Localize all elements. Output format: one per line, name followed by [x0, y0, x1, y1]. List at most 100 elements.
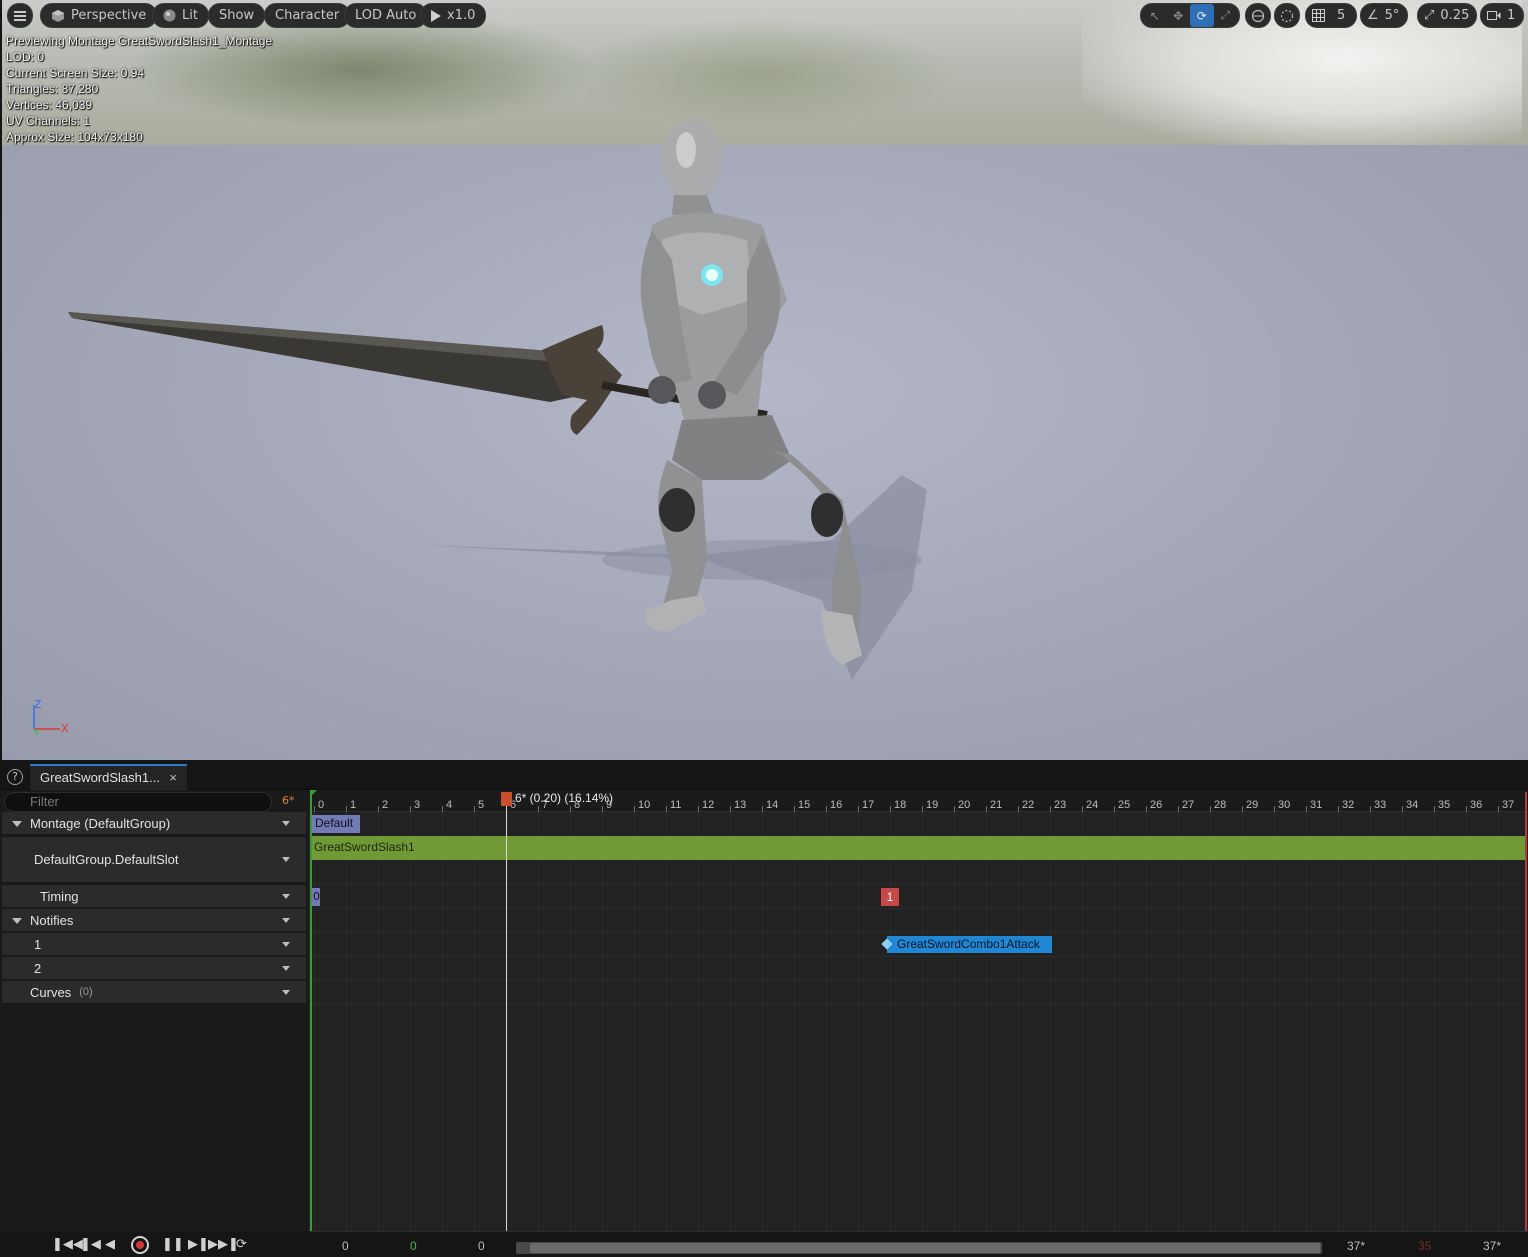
playback-speed-button[interactable]: x1.0 — [420, 3, 487, 28]
show-label: Show — [219, 8, 255, 23]
timeline-area[interactable]: 0 1 2 3 4 5 6 7 8 9 10 11 12 13 14 15 16 17 18 19 20 21 22 23 24… — [309, 790, 1528, 1231]
skip-to-end-button[interactable]: ▶▶❚ — [208, 1237, 239, 1253]
scrub-handle[interactable] — [501, 792, 512, 806]
end-frame-red[interactable]: 35 — [1418, 1239, 1431, 1253]
perspective-button[interactable]: Perspective — [40, 3, 158, 28]
expand-arrow-icon[interactable] — [12, 918, 22, 924]
tick-label: 3 — [414, 799, 421, 811]
grid-line — [794, 812, 795, 1231]
grid-line — [1242, 812, 1243, 1231]
end-frame-a[interactable]: 37* — [1347, 1239, 1365, 1253]
track-notify-2-label: 2 — [34, 960, 42, 976]
start-flag-icon — [310, 790, 317, 797]
step-back-button[interactable]: ❚◀ — [80, 1237, 101, 1253]
tick-label: 5 — [478, 799, 485, 811]
scale-mode-icon[interactable]: ⤢ — [1214, 4, 1238, 27]
tab-title: GreatSwordSlash1... — [40, 770, 160, 785]
montage-editor-panel: ? GreatSwordSlash1... × Filter 6* Montag… — [0, 762, 1528, 1257]
axis-x-label: X — [61, 722, 69, 735]
timeline-scrollbar[interactable] — [516, 1242, 1322, 1254]
track-curves[interactable]: Curves (0) — [2, 981, 306, 1004]
dropdown-arrow-icon[interactable] — [282, 965, 290, 971]
grid-line — [762, 812, 763, 1231]
character-button[interactable]: Character — [264, 3, 351, 28]
tab-montage-asset[interactable]: GreatSwordSlash1... × — [30, 764, 187, 790]
skip-to-start-button[interactable]: ❚◀◀ — [52, 1237, 83, 1253]
tick-label: 13 — [734, 799, 747, 811]
tick-label: 22 — [1022, 799, 1035, 811]
play-reverse-button[interactable]: ◀ — [105, 1237, 115, 1253]
start-frame[interactable]: 0 — [342, 1239, 349, 1253]
grid-line — [1498, 812, 1499, 1231]
record-button[interactable] — [131, 1236, 149, 1254]
expand-arrow-icon[interactable] — [12, 821, 22, 827]
tick-label: 4 — [446, 799, 453, 811]
track-montage[interactable]: Montage (DefaultGroup) — [2, 812, 306, 835]
select-mode-icon[interactable]: ↖ — [1143, 4, 1167, 27]
tick-label: 35 — [1438, 799, 1451, 811]
track-notify-1-label: 1 — [34, 936, 42, 952]
offset-frame[interactable]: 0 — [478, 1239, 485, 1253]
close-icon[interactable]: × — [169, 770, 177, 785]
tick-label: 33 — [1374, 799, 1387, 811]
lit-button[interactable]: Lit — [152, 3, 209, 28]
current-frame-green[interactable]: 0 — [410, 1239, 417, 1253]
grid-line — [922, 812, 923, 1231]
world-local-toggle[interactable] — [1245, 3, 1271, 28]
track-notifies[interactable]: Notifies — [2, 909, 306, 932]
scrollbar-thumb[interactable] — [530, 1243, 1320, 1253]
tick-label: 37 — [1502, 799, 1515, 811]
scrub-position-line[interactable] — [506, 804, 507, 1231]
tick-label: 0 — [318, 799, 325, 811]
lod-button[interactable]: LOD Auto — [344, 3, 428, 28]
persona-editor: Perspective Lit Show Character LOD Auto … — [0, 0, 1528, 1257]
track-notify-2[interactable]: 2 — [2, 957, 306, 980]
tick-label: 26 — [1150, 799, 1163, 811]
end-frame-b[interactable]: 37* — [1483, 1239, 1501, 1253]
step-forward-button[interactable]: ▶❚ — [188, 1237, 209, 1253]
loop-button[interactable]: ⟳ — [236, 1237, 247, 1253]
montage-section-default[interactable]: Default — [312, 815, 360, 833]
triangles-text: Triangles: 87,280 — [6, 82, 99, 96]
scale-snap-button[interactable]: ⤢ 0.25 — [1417, 3, 1477, 28]
dropdown-arrow-icon[interactable] — [282, 857, 290, 862]
track-timing[interactable]: Timing — [2, 885, 306, 908]
time-ruler[interactable]: 0 1 2 3 4 5 6 7 8 9 10 11 12 13 14 15 16 17 18 19 20 21 22 23 24… — [309, 790, 1528, 812]
rotate-mode-icon[interactable]: ⟳ — [1190, 4, 1214, 27]
start-marker — [310, 792, 312, 1231]
animation-segment[interactable]: GreatSwordSlash1 — [312, 836, 1526, 860]
viewport-menu-button[interactable] — [7, 3, 33, 28]
dropdown-arrow-icon[interactable] — [282, 820, 290, 826]
track-notify-1[interactable]: 1 — [2, 933, 306, 956]
dropdown-arrow-icon[interactable] — [282, 893, 290, 899]
character-label: Character — [275, 8, 340, 23]
tick-label: 29 — [1246, 799, 1259, 811]
grid-line — [954, 812, 955, 1231]
dropdown-arrow-icon[interactable] — [282, 917, 290, 923]
grid-snap-button[interactable]: 5 — [1305, 3, 1357, 28]
transport-bar: ❚◀◀ ❚◀ ◀ ❚❚ ▶❚ ▶▶❚ ⟳ 0 0 0 37* 35 37* — [0, 1231, 1528, 1257]
notify-state[interactable]: GreatSwordCombo1Attack — [881, 936, 1052, 953]
show-button[interactable]: Show — [208, 3, 266, 28]
rotate-snap-button[interactable]: ∠ 5° — [1360, 3, 1408, 28]
surface-snap-toggle[interactable] — [1274, 3, 1300, 28]
filter-input[interactable]: Filter — [4, 792, 272, 812]
timing-marker-1[interactable]: 1 — [881, 888, 899, 906]
preview-viewport[interactable]: Perspective Lit Show Character LOD Auto … — [2, 0, 1528, 760]
track-slot[interactable]: DefaultGroup.DefaultSlot — [2, 837, 306, 883]
camera-speed-button[interactable]: 1 — [1480, 3, 1524, 28]
translate-mode-icon[interactable]: ✥ — [1167, 4, 1191, 27]
tick-label: 28 — [1214, 799, 1227, 811]
dropdown-arrow-icon[interactable] — [282, 941, 290, 947]
dropdown-arrow-icon[interactable] — [282, 989, 290, 995]
grid-line — [378, 812, 379, 1231]
rotate-snap-value: 5° — [1384, 8, 1400, 23]
viewport-stats: Previewing Montage GreatSwordSlash1_Mont… — [6, 33, 272, 145]
tick-label: 32 — [1342, 799, 1355, 811]
help-icon[interactable]: ? — [7, 769, 23, 785]
hamburger-icon — [14, 10, 26, 21]
cube-icon — [52, 9, 64, 22]
pause-button[interactable]: ❚❚ — [162, 1237, 184, 1253]
scale-snap-value: 0.25 — [1440, 8, 1470, 23]
track-timing-label: Timing — [40, 888, 79, 904]
